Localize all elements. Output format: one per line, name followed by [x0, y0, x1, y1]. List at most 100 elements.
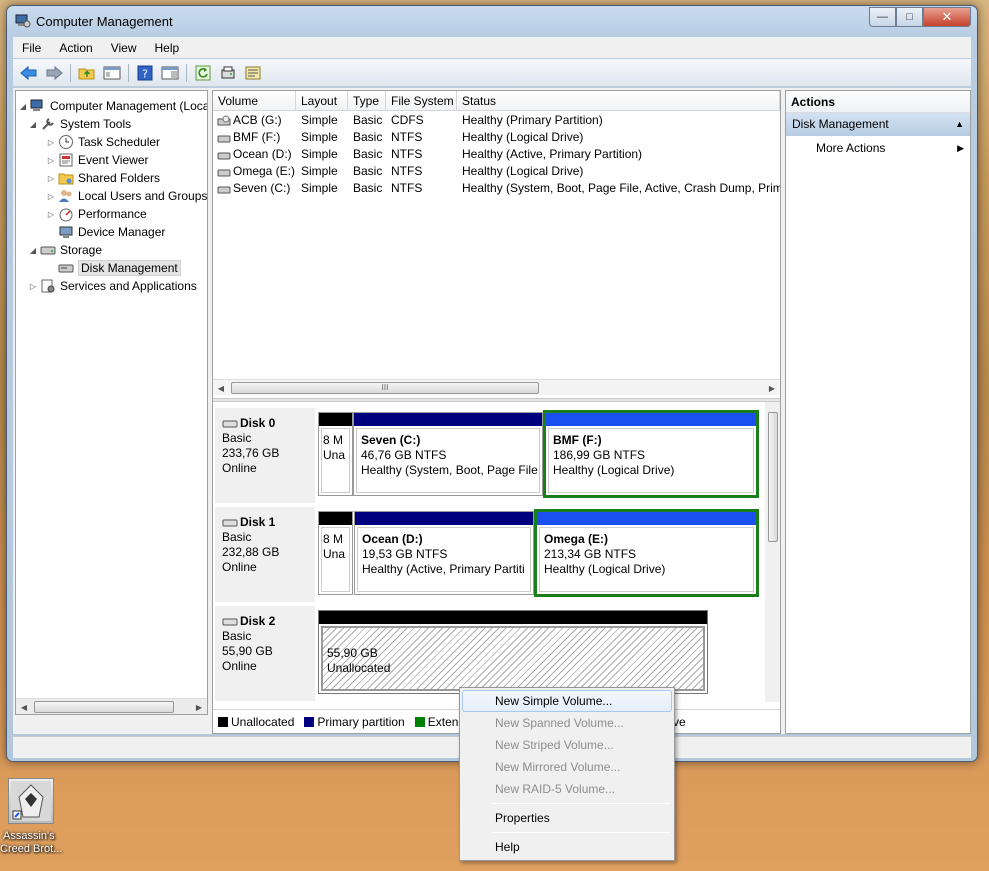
disk-size: 233,76 GB: [222, 446, 280, 460]
tree-item-local-users-and-groups[interactable]: ▷ Local Users and Groups: [46, 187, 207, 205]
partition-omega-e[interactable]: Omega (E:) 213,34 GB NTFS Healthy (Logical…: [534, 509, 759, 597]
disk-management-icon: [58, 264, 74, 273]
tree-item-task-scheduler[interactable]: ▷ Task Scheduler: [46, 133, 160, 151]
forward-button[interactable]: [43, 62, 65, 84]
column-volume[interactable]: Volume: [213, 91, 296, 111]
menu-item-help[interactable]: Help: [462, 836, 672, 858]
unallocated-disk-2-partition[interactable]: 55,90 GB Unallocated: [318, 610, 708, 694]
properties-button[interactable]: [242, 62, 264, 84]
menu-item-new-spanned-volume[interactable]: New Spanned Volume...: [462, 712, 672, 734]
tree-label: System Tools: [60, 117, 132, 131]
toolbar-separator: [186, 63, 187, 82]
scroll-right-arrow-icon[interactable]: ▶: [191, 699, 207, 714]
tree-item-device-manager[interactable]: Device Manager: [58, 223, 165, 241]
disk-0-label[interactable]: Disk 0 Basic 233,76 GB Online: [215, 408, 315, 505]
tree-label: Performance: [78, 207, 147, 221]
back-button[interactable]: [18, 62, 40, 84]
tree-horizontal-scrollbar[interactable]: ◀ ▶: [16, 698, 207, 714]
partition-seven-c[interactable]: Seven (C:) 46,76 GB NTFS Healthy (System, …: [353, 412, 543, 496]
volume-list-horizontal-scrollbar[interactable]: ◀ III ▶: [213, 379, 780, 395]
show-hide-action-pane-button[interactable]: [159, 62, 181, 84]
volume-type: Basic: [353, 147, 383, 161]
column-file-system[interactable]: File System: [386, 91, 457, 111]
menu-item-properties[interactable]: Properties: [462, 807, 672, 829]
tree-item-services-and-applications[interactable]: ▷ Services and Applications: [28, 277, 197, 295]
partition-size: 213,34 GB NTFS: [544, 547, 637, 561]
volume-type: Basic: [353, 130, 383, 144]
volume-row[interactable]: Ocean (D:) Simple Basic NTFS Healthy (Ac…: [213, 146, 780, 163]
volume-layout: Simple: [301, 181, 338, 195]
drive-icon: [217, 169, 231, 176]
disk-2-label[interactable]: Disk 2 Basic 55,90 GB Online: [215, 606, 315, 703]
volume-row[interactable]: BMF (F:) Simple Basic NTFS Healthy (Logi…: [213, 129, 780, 146]
computer-management-window: Computer Management — □ ✕ File Action Vi…: [6, 5, 978, 762]
menu-item-new-mirrored-volume[interactable]: New Mirrored Volume...: [462, 756, 672, 778]
disk-name: Disk 1: [240, 515, 276, 529]
close-button[interactable]: ✕: [923, 7, 971, 27]
column-layout[interactable]: Layout: [296, 91, 348, 111]
tree-item-performance[interactable]: ▷ Performance: [46, 205, 147, 223]
partition-name: Ocean (D:): [362, 532, 423, 546]
collapse-arrow-icon: ◢: [29, 245, 37, 255]
menu-separator: [492, 803, 670, 804]
more-actions-label: More Actions: [816, 141, 886, 155]
desktop-shortcut-assassins-creed[interactable]: Assassin's Creed Brot...: [0, 778, 70, 856]
tree-item-shared-folders[interactable]: ▷ Shared Folders: [46, 169, 160, 187]
volume-layout: Simple: [301, 130, 338, 144]
tree-item-system-tools[interactable]: ◢ System Tools: [28, 115, 131, 133]
column-type[interactable]: Type: [348, 91, 386, 111]
rescan-disks-button[interactable]: [217, 62, 239, 84]
volume-fs: NTFS: [391, 147, 423, 161]
partition-name: Seven (C:): [361, 433, 421, 447]
tree-item-storage[interactable]: ◢ Storage: [28, 241, 102, 259]
volume-row[interactable]: Seven (C:) Simple Basic NTFS Healthy (Sy…: [213, 180, 780, 197]
volume-status: Healthy (Logical Drive): [462, 130, 584, 144]
volume-row[interactable]: Omega (E:) Simple Basic NTFS Healthy (Lo…: [213, 163, 780, 180]
menu-item-new-simple-volume[interactable]: New Simple Volume...: [462, 690, 672, 712]
scroll-left-arrow-icon[interactable]: ◀: [16, 699, 32, 714]
menu-file[interactable]: File: [13, 41, 50, 55]
scroll-right-arrow-icon[interactable]: ▶: [764, 380, 780, 396]
more-actions-item[interactable]: More Actions ▶: [786, 136, 970, 160]
tree-item-event-viewer[interactable]: ▷ Event Viewer: [46, 151, 149, 169]
volume-name: Seven (C:): [233, 181, 291, 195]
disk-graphical-view: Disk 0 Basic 233,76 GB Online 8 M Una Sev…: [213, 402, 765, 703]
disk-view-vertical-scrollbar[interactable]: [765, 402, 780, 702]
window-title: Computer Management: [36, 14, 173, 29]
toolbar-separator: [70, 63, 71, 82]
up-folder-button[interactable]: [76, 62, 98, 84]
tree-label: Event Viewer: [78, 153, 149, 167]
volume-layout: Simple: [301, 147, 338, 161]
refresh-button[interactable]: [192, 62, 214, 84]
column-status[interactable]: Status: [457, 91, 780, 111]
menu-item-new-striped-volume[interactable]: New Striped Volume...: [462, 734, 672, 756]
menu-action[interactable]: Action: [50, 41, 101, 55]
tree-root-computer-management[interactable]: ◢ Computer Management (Local: [18, 97, 207, 115]
maximize-button[interactable]: □: [896, 7, 923, 27]
refresh-icon: [195, 65, 211, 80]
partition-size: 186,99 GB NTFS: [553, 448, 646, 462]
scrollbar-thumb[interactable]: [34, 701, 174, 713]
volume-row[interactable]: ACB (G:) Simple Basic CDFS Healthy (Prim…: [213, 112, 780, 129]
partition-ocean-d[interactable]: Ocean (D:) 19,53 GB NTFS Healthy (Active, …: [354, 511, 534, 595]
show-hide-tree-button[interactable]: [101, 62, 123, 84]
menu-help[interactable]: Help: [146, 41, 189, 55]
partition-bmf-f[interactable]: BMF (F:) 186,99 GB NTFS Healthy (Logical D…: [543, 410, 759, 498]
unallocated-partition[interactable]: 8 M Una: [318, 511, 353, 595]
tree-label: Services and Applications: [60, 279, 197, 293]
toolbar: ?: [13, 59, 971, 87]
unallocated-partition[interactable]: 8 M Una: [318, 412, 353, 496]
disk-1-label[interactable]: Disk 1 Basic 232,88 GB Online: [215, 507, 315, 604]
menu-item-new-raid5-volume[interactable]: New RAID-5 Volume...: [462, 778, 672, 800]
users-icon: [59, 190, 72, 202]
title-bar[interactable]: Computer Management — □ ✕: [7, 6, 977, 36]
scrollbar-thumb[interactable]: III: [231, 382, 539, 394]
forward-arrow-icon: [46, 65, 63, 80]
scrollbar-thumb[interactable]: [768, 412, 778, 542]
tree-item-disk-management[interactable]: Disk Management: [58, 259, 181, 277]
actions-section-disk-management[interactable]: Disk Management ▲: [786, 113, 970, 136]
menu-view[interactable]: View: [102, 41, 146, 55]
minimize-button[interactable]: —: [869, 7, 896, 27]
help-button[interactable]: ?: [134, 62, 156, 84]
scroll-left-arrow-icon[interactable]: ◀: [213, 380, 229, 396]
